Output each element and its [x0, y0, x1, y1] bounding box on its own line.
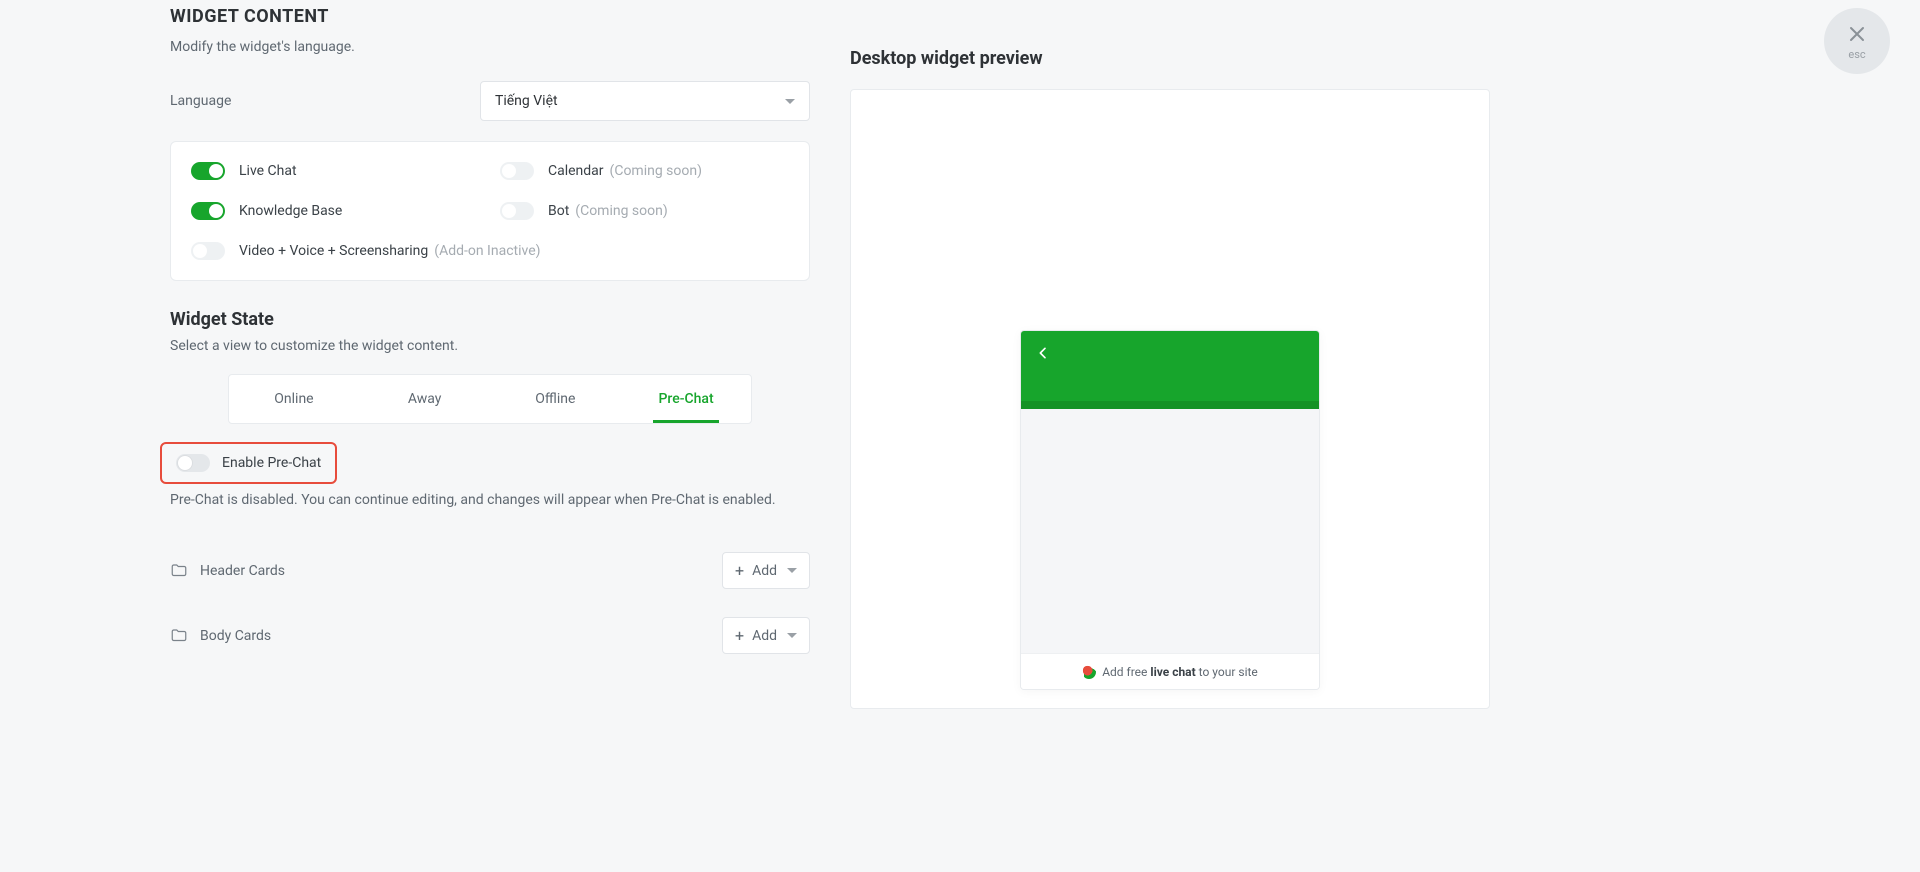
livechat-toggle[interactable] [191, 162, 225, 180]
language-select[interactable]: Tiếng Việt [480, 81, 810, 121]
bot-label: Bot [548, 203, 569, 219]
kb-label: Knowledge Base [239, 203, 342, 219]
chevron-down-icon [787, 568, 797, 573]
footer-bold: live chat [1150, 665, 1195, 679]
bot-note: (Coming soon) [575, 203, 667, 219]
close-esc-label: esc [1848, 48, 1865, 61]
tab-offline[interactable]: Offline [490, 375, 621, 423]
enable-prechat-label: Enable Pre-Chat [222, 455, 321, 471]
tab-away[interactable]: Away [359, 375, 490, 423]
vvs-label: Video + Voice + Screensharing [239, 243, 428, 259]
livechat-label: Live Chat [239, 163, 297, 179]
close-icon [1845, 22, 1869, 46]
folder-icon [170, 562, 188, 580]
language-select-value: Tiếng Việt [495, 93, 558, 109]
tab-prechat[interactable]: Pre-Chat [621, 375, 752, 423]
close-button[interactable]: esc [1824, 8, 1890, 74]
widget-preview-footer: Add free live chat to your site [1021, 653, 1319, 689]
kb-toggle[interactable] [191, 202, 225, 220]
chevron-down-icon [787, 633, 797, 638]
widget-preview: Add free live chat to your site [1020, 330, 1320, 690]
bot-toggle [500, 202, 534, 220]
enable-prechat-highlight: Enable Pre-Chat [160, 442, 337, 484]
add-body-card-label: Add [752, 628, 777, 644]
enable-prechat-toggle[interactable] [176, 454, 210, 472]
widget-state-subtitle: Select a view to customize the widget co… [170, 338, 810, 354]
chevron-down-icon [785, 99, 795, 104]
language-label: Language [170, 93, 480, 109]
footer-suffix: to your site [1199, 665, 1258, 679]
folder-icon [170, 627, 188, 645]
body-cards-label: Body Cards [200, 628, 271, 644]
add-body-card-button[interactable]: + Add [722, 617, 810, 654]
widget-preview-header-bar [1021, 401, 1319, 409]
add-header-card-label: Add [752, 563, 777, 579]
page-subtitle: Modify the widget's language. [170, 39, 810, 55]
add-header-card-button[interactable]: + Add [722, 552, 810, 589]
page-title: WIDGET CONTENT [170, 6, 810, 27]
plus-icon: + [735, 561, 744, 580]
feature-toggles-box: Live Chat Calendar (Coming soon) Knowled… [170, 141, 810, 281]
plus-icon: + [735, 626, 744, 645]
widget-state-title: Widget State [170, 309, 810, 330]
prechat-disabled-note: Pre-Chat is disabled. You can continue e… [170, 492, 810, 508]
footer-prefix: Add free [1102, 665, 1147, 679]
vvs-toggle [191, 242, 225, 260]
header-cards-label: Header Cards [200, 563, 285, 579]
vvs-note: (Add-on Inactive) [434, 243, 540, 259]
widget-state-tabs: Online Away Offline Pre-Chat [228, 374, 753, 424]
calendar-label: Calendar [548, 163, 604, 179]
preview-title: Desktop widget preview [850, 48, 1490, 69]
chevron-left-icon [1035, 345, 1051, 361]
tab-online[interactable]: Online [229, 375, 360, 423]
widget-preview-header [1021, 331, 1319, 401]
calendar-note: (Coming soon) [610, 163, 702, 179]
preview-frame: Add free live chat to your site [850, 89, 1490, 709]
calendar-toggle [500, 162, 534, 180]
widget-preview-body [1021, 409, 1319, 653]
brand-icon [1082, 665, 1096, 679]
